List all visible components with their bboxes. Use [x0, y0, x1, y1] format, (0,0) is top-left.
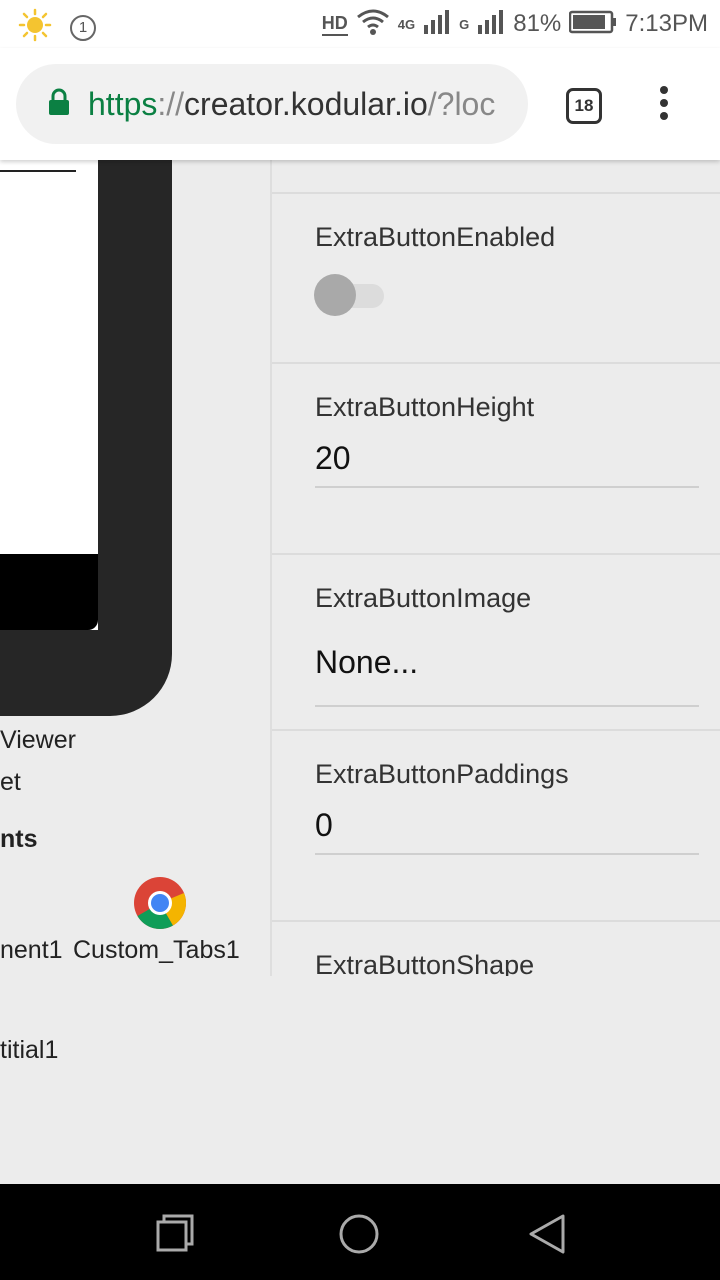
notification-count-icon: 1: [70, 14, 96, 41]
property-label: ExtraButtonEnabled: [315, 222, 556, 252]
phone-nav-area: [0, 554, 98, 630]
component-custom-tabs[interactable]: Custom_Tabs1: [73, 936, 240, 965]
screen-divider: [0, 170, 76, 172]
extra-button-image-picker[interactable]: None...: [315, 644, 418, 681]
component-item[interactable]: nent1: [0, 936, 63, 965]
url-text[interactable]: https://creator.kodular.io/?loc: [88, 86, 495, 123]
viewer-panel: Viewer et nts nent1 Custom_Tabs1: [0, 160, 270, 980]
property-divider: [272, 192, 720, 194]
et-label[interactable]: et: [0, 768, 21, 797]
sun-icon: [18, 8, 52, 47]
extra-button-paddings-input[interactable]: 0: [315, 807, 333, 844]
phone-preview: [0, 160, 172, 716]
clock: 7:13PM: [625, 10, 708, 37]
property-label: ExtraButtonShape: [315, 950, 535, 976]
browser-toolbar: https://creator.kodular.io/?loc 18: [0, 48, 720, 160]
menu-icon[interactable]: [650, 86, 678, 126]
property-label: ExtraButtonPaddings: [315, 759, 569, 789]
battery-percent: 81%: [513, 10, 562, 37]
signal-icon: [423, 9, 451, 40]
network-4g-label: 4G: [397, 16, 416, 32]
input-underline: [315, 486, 699, 488]
property-divider: [272, 920, 720, 922]
home-icon[interactable]: [337, 1212, 381, 1256]
property-divider: [272, 729, 720, 731]
extra-button-height-input[interactable]: 20: [315, 440, 351, 477]
property-label: ExtraButtonHeight: [315, 392, 535, 422]
component-interstitial[interactable]: titial1: [0, 1036, 58, 1065]
android-nav-bar: [0, 1184, 720, 1280]
back-icon[interactable]: [525, 1212, 569, 1256]
network-g-label: G: [459, 16, 470, 32]
signal-icon-2: [477, 9, 505, 40]
tab-switcher-icon[interactable]: 18: [566, 88, 602, 124]
input-underline: [315, 705, 699, 707]
property-divider: [272, 553, 720, 555]
status-bar: 1 HD 4G G 81% 7:13PM: [0, 0, 720, 48]
hd-badge: HD: [321, 13, 348, 36]
components-heading: nts: [0, 825, 38, 853]
battery-icon: [569, 10, 617, 39]
input-underline: [315, 853, 699, 855]
switch-thumb: [314, 274, 356, 316]
extra-button-enabled-switch[interactable]: [314, 272, 386, 316]
viewer-label[interactable]: Viewer: [0, 726, 76, 755]
chrome-icon[interactable]: [133, 876, 187, 930]
lock-icon[interactable]: [48, 88, 70, 121]
address-bar[interactable]: https://creator.kodular.io/?loc: [16, 64, 528, 144]
properties-panel: ExtraButtonEnabled ExtraButtonHeight 20 …: [272, 160, 720, 976]
property-divider: [272, 362, 720, 364]
recents-icon[interactable]: [152, 1212, 196, 1256]
wifi-icon: [356, 8, 390, 41]
property-label: ExtraButtonImage: [315, 583, 532, 613]
